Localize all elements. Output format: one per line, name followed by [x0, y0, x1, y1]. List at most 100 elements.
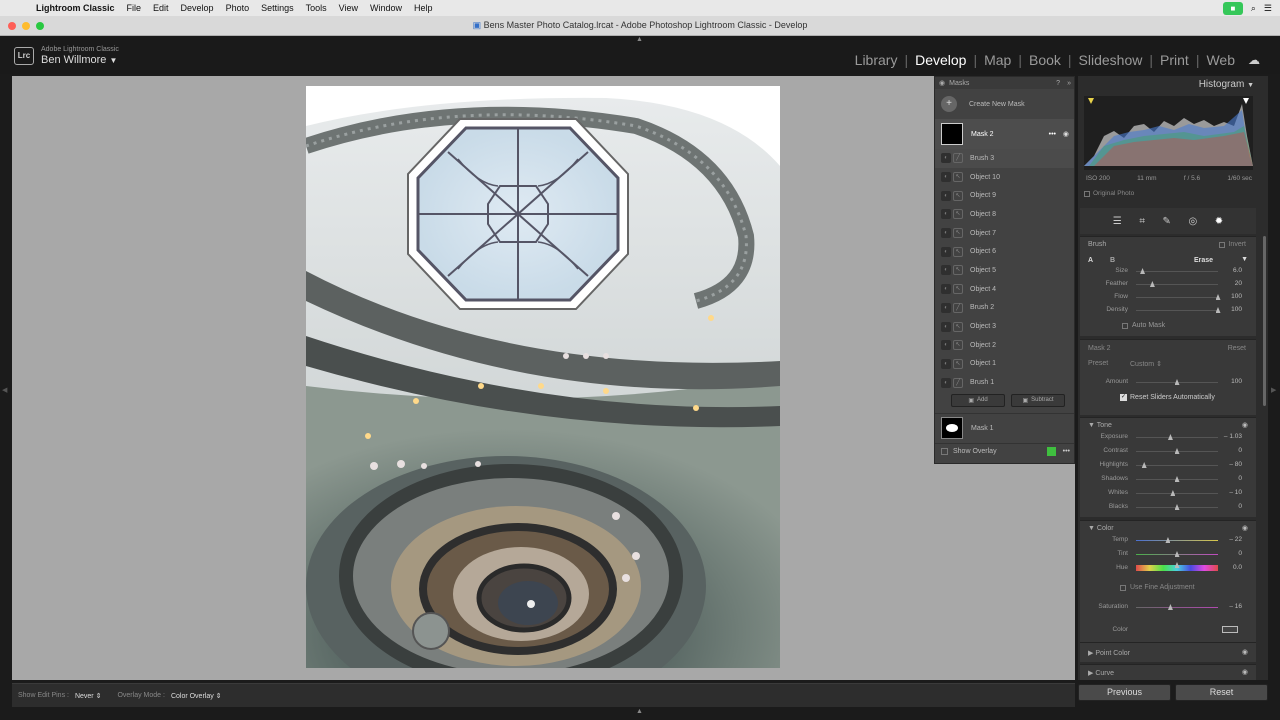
- close-window-button[interactable]: [8, 22, 16, 30]
- slider-knob[interactable]: [1149, 281, 1155, 287]
- mask-component-item[interactable]: ◐ ↖ Object 10: [935, 168, 1074, 187]
- color-header[interactable]: ▼ Color: [1088, 525, 1114, 532]
- subtract-from-mask-button[interactable]: ▣ Subtract: [1011, 393, 1065, 407]
- slider-knob[interactable]: [1174, 504, 1180, 510]
- more-options-icon[interactable]: •••: [1049, 131, 1056, 138]
- masking-icon[interactable]: ✹: [1215, 216, 1223, 227]
- preset-select[interactable]: Custom ⇕: [1130, 360, 1162, 368]
- color-swatch[interactable]: [1222, 626, 1238, 633]
- highlight-clipping-icon[interactable]: [1243, 98, 1249, 104]
- menu-photo[interactable]: Photo: [226, 3, 250, 13]
- saturation-knob[interactable]: [1167, 604, 1173, 610]
- menu-view[interactable]: View: [339, 3, 358, 13]
- previous-button[interactable]: Previous: [1078, 684, 1171, 701]
- shadows-slider[interactable]: Shadows 0: [1088, 474, 1250, 484]
- component-toggle-icon[interactable]: ◐: [941, 209, 951, 220]
- menu-edit[interactable]: Edit: [153, 3, 169, 13]
- menu-develop[interactable]: Develop: [181, 3, 214, 13]
- panel-scrollbar[interactable]: [1263, 236, 1266, 406]
- masks-panel-header[interactable]: ◉ Masks ? »: [935, 77, 1074, 89]
- menu-tools[interactable]: Tools: [306, 3, 327, 13]
- invert-checkbox[interactable]: [1219, 241, 1226, 248]
- add-to-mask-button[interactable]: ▣ Add: [951, 393, 1005, 407]
- whites-slider[interactable]: Whites – 10: [1088, 488, 1250, 498]
- panel-toggle-top-icon[interactable]: ▲: [636, 36, 643, 43]
- density-slider[interactable]: Density 100: [1088, 305, 1250, 315]
- menu-file[interactable]: File: [127, 3, 142, 13]
- edit-sliders-icon[interactable]: ☰: [1113, 216, 1122, 227]
- mask-component-item[interactable]: ◐ ↖ Object 6: [935, 242, 1074, 261]
- fine-adjust-checkbox[interactable]: [1120, 584, 1126, 591]
- mask-component-item[interactable]: ◐ ↖ Object 8: [935, 205, 1074, 224]
- mask-component-item[interactable]: ◐ ↖ Object 4: [935, 280, 1074, 299]
- eye-icon[interactable]: ◉: [939, 79, 945, 87]
- temp-slider[interactable]: Temp – 22: [1088, 535, 1250, 545]
- module-map[interactable]: Map: [977, 52, 1018, 68]
- slider-knob[interactable]: [1165, 537, 1171, 543]
- module-library[interactable]: Library: [848, 52, 905, 68]
- overlay-options-icon[interactable]: •••: [1063, 448, 1070, 455]
- module-web[interactable]: Web: [1199, 52, 1242, 68]
- show-overlay-checkbox[interactable]: [941, 447, 948, 455]
- flow-slider[interactable]: Flow 100: [1088, 292, 1250, 302]
- mask-1-item[interactable]: Mask 1: [935, 412, 1074, 443]
- mask-component-item[interactable]: ◐ ↖ Object 7: [935, 224, 1074, 243]
- menu-app[interactable]: Lightroom Classic: [36, 3, 115, 13]
- mask-component-item[interactable]: ◐ ↖ Object 5: [935, 261, 1074, 280]
- auto-mask-checkbox[interactable]: [1122, 322, 1128, 329]
- curve-visibility-icon[interactable]: ◉: [1242, 668, 1248, 676]
- shadow-clipping-icon[interactable]: [1088, 98, 1094, 104]
- brush-menu-icon[interactable]: ▼: [1241, 256, 1248, 263]
- control-center-icon[interactable]: ☰: [1264, 3, 1272, 14]
- menu-help[interactable]: Help: [414, 3, 433, 13]
- slider-knob[interactable]: [1174, 551, 1180, 557]
- point-color-visibility-icon[interactable]: ◉: [1242, 648, 1248, 656]
- healing-icon[interactable]: ✎: [1163, 216, 1171, 227]
- slider-knob[interactable]: [1174, 562, 1180, 568]
- component-toggle-icon[interactable]: ◐: [941, 358, 951, 369]
- show-edit-pins-select[interactable]: Never ⇕: [75, 692, 102, 700]
- component-toggle-icon[interactable]: ◐: [941, 246, 951, 257]
- visibility-icon[interactable]: ◉: [1063, 130, 1069, 138]
- left-panel-toggle-icon[interactable]: ◀: [2, 386, 7, 394]
- component-toggle-icon[interactable]: ◐: [941, 190, 951, 201]
- mask-component-item[interactable]: ◐ ↖ Object 3: [935, 317, 1074, 336]
- contrast-slider[interactable]: Contrast 0: [1088, 446, 1250, 456]
- search-icon[interactable]: ⌕: [1251, 3, 1256, 14]
- overlay-color-swatch[interactable]: [1047, 446, 1056, 456]
- curve-section[interactable]: ▶ Curve ◉: [1080, 664, 1256, 680]
- component-toggle-icon[interactable]: ◐: [941, 377, 951, 388]
- brush-b-tab[interactable]: B: [1110, 257, 1115, 264]
- menu-settings[interactable]: Settings: [261, 3, 294, 13]
- point-color-section[interactable]: ▶ Point Color ◉: [1080, 642, 1256, 662]
- mask-2-item[interactable]: Mask 2 ••• ◉: [935, 119, 1074, 149]
- amount-knob[interactable]: [1174, 379, 1180, 385]
- component-toggle-icon[interactable]: ◐: [941, 153, 951, 164]
- color-visibility-icon[interactable]: ◉: [1242, 524, 1248, 532]
- photo-preview[interactable]: [306, 86, 780, 668]
- minimize-window-button[interactable]: [22, 22, 30, 30]
- slider-knob[interactable]: [1174, 448, 1180, 454]
- component-toggle-icon[interactable]: ◐: [941, 321, 951, 332]
- histogram-header[interactable]: Histogram ▼: [1199, 79, 1254, 90]
- module-book[interactable]: Book: [1022, 52, 1068, 68]
- tint-slider[interactable]: Tint 0: [1088, 549, 1250, 559]
- slider-knob[interactable]: [1174, 476, 1180, 482]
- create-new-mask-button[interactable]: + Create New Mask: [935, 89, 1074, 119]
- cloud-sync-icon[interactable]: ☁: [1248, 53, 1260, 67]
- exposure-slider[interactable]: Exposure – 1.03: [1088, 432, 1250, 442]
- reset-sliders-checkbox[interactable]: ✓: [1120, 394, 1127, 401]
- slider-knob[interactable]: [1167, 434, 1173, 440]
- brush-erase-tab[interactable]: Erase: [1194, 257, 1213, 264]
- module-slideshow[interactable]: Slideshow: [1072, 52, 1150, 68]
- camera-icon[interactable]: ■: [1222, 1, 1243, 15]
- collapse-icon[interactable]: »: [1067, 80, 1071, 87]
- red-eye-icon[interactable]: ◎: [1188, 216, 1197, 227]
- tone-header[interactable]: ▼ Tone: [1088, 422, 1112, 429]
- module-develop[interactable]: Develop: [908, 52, 973, 68]
- component-toggle-icon[interactable]: ◐: [941, 340, 951, 351]
- original-photo-checkbox[interactable]: [1084, 190, 1090, 197]
- slider-knob[interactable]: [1170, 490, 1176, 496]
- panel-toggle-bottom-icon[interactable]: ▲: [636, 708, 643, 715]
- menu-window[interactable]: Window: [370, 3, 402, 13]
